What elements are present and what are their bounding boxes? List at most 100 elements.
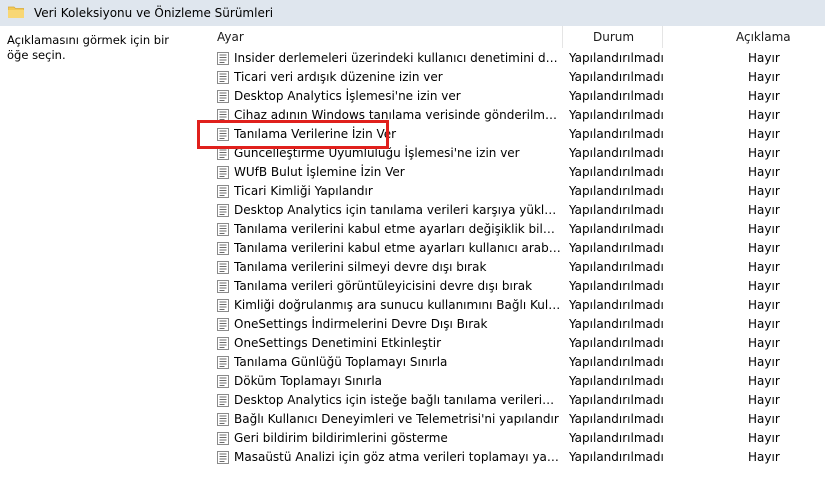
setting-state: Yapılandırılmadı	[569, 127, 664, 141]
setting-comment: Hayır	[748, 89, 780, 103]
setting-state: Yapılandırılmadı	[569, 108, 664, 122]
folder-icon	[8, 6, 24, 18]
setting-comment: Hayır	[748, 127, 780, 141]
setting-state: Yapılandırılmadı	[569, 450, 664, 464]
table-row[interactable]: OneSettings Denetimini Etkinleştir Yapıla…	[200, 334, 825, 353]
column-header-state[interactable]: Durum	[562, 26, 662, 48]
settings-rows: Insider derlemeleri üzerindeki kullanıcı…	[200, 49, 825, 467]
setting-name: Tanılama verilerini kabul etme ayarları …	[234, 241, 561, 255]
setting-comment: Hayır	[748, 146, 780, 160]
table-row[interactable]: WUfB Bulut İşlemine İzin Ver Yapılandırıl…	[200, 163, 825, 182]
table-row[interactable]: Tanılama verilerini kabul etme ayarları …	[200, 239, 825, 258]
settings-list[interactable]: Ayar Durum Açıklama Insider derlemeleri …	[200, 26, 825, 487]
table-row[interactable]: Kimliği doğrulanmış ara sunucu kullanımı…	[200, 296, 825, 315]
setting-comment: Hayır	[748, 222, 780, 236]
table-row[interactable]: Ticari veri ardışık düzenine izin ver Yap…	[200, 68, 825, 87]
setting-comment: Hayır	[748, 450, 780, 464]
setting-state: Yapılandırılmadı	[569, 241, 664, 255]
setting-comment: Hayır	[748, 393, 780, 407]
table-row[interactable]: Desktop Analytics için isteğe bağlı tanı…	[200, 391, 825, 410]
setting-state: Yapılandırılmadı	[569, 355, 664, 369]
setting-state: Yapılandırılmadı	[569, 165, 664, 179]
policy-setting-icon	[217, 52, 229, 65]
setting-name: Tanılama verilerini kabul etme ayarları …	[234, 222, 561, 236]
table-row[interactable]: Tanılama Günlüğü Toplamayı Sınırla Yapıla…	[200, 353, 825, 372]
setting-comment: Hayır	[748, 374, 780, 388]
policy-setting-icon	[217, 337, 229, 350]
setting-comment: Hayır	[748, 203, 780, 217]
setting-state: Yapılandırılmadı	[569, 298, 664, 312]
table-row[interactable]: Desktop Analytics İşlemesi'ne izin ver Ya…	[200, 87, 825, 106]
setting-state: Yapılandırılmadı	[569, 146, 664, 160]
pane-splitter[interactable]	[198, 26, 199, 487]
setting-name: Döküm Toplamayı Sınırla	[234, 374, 383, 388]
setting-state: Yapılandırılmadı	[569, 203, 664, 217]
policy-setting-icon	[217, 71, 229, 84]
setting-state: Yapılandırılmadı	[569, 431, 664, 445]
setting-comment: Hayır	[748, 336, 780, 350]
setting-name: Bağlı Kullanıcı Deneyimleri ve Telemetri…	[234, 412, 559, 426]
policy-setting-icon	[217, 185, 229, 198]
setting-state: Yapılandırılmadı	[569, 279, 664, 293]
setting-name: OneSettings Denetimini Etkinleştir	[234, 336, 442, 350]
description-text: Açıklamasını görmek için bir öğe seçin.	[7, 33, 169, 62]
table-row[interactable]: Desktop Analytics için tanılama verileri…	[200, 201, 825, 220]
setting-name: Tanılama verileri görüntüleyicisini devr…	[234, 279, 533, 293]
setting-state: Yapılandırılmadı	[569, 51, 664, 65]
table-row[interactable]: Tanılama verilerini silmeyi devre dışı b…	[200, 258, 825, 277]
setting-state: Yapılandırılmadı	[569, 336, 664, 350]
table-row[interactable]: Tanılama verileri görüntüleyicisini devr…	[200, 277, 825, 296]
setting-name: Ticari veri ardışık düzenine izin ver	[234, 70, 443, 84]
setting-state: Yapılandırılmadı	[569, 70, 664, 84]
table-row[interactable]: OneSettings İndirmelerini Devre Dışı Bır…	[200, 315, 825, 334]
setting-comment: Hayır	[748, 241, 780, 255]
setting-comment: Hayır	[748, 355, 780, 369]
list-header: Ayar Durum Açıklama	[200, 26, 825, 48]
policy-setting-icon	[217, 90, 229, 103]
table-row[interactable]: Tanılama verilerini kabul etme ayarları …	[200, 220, 825, 239]
policy-setting-icon	[217, 375, 229, 388]
setting-comment: Hayır	[748, 298, 780, 312]
table-row[interactable]: Masaüstü Analizi için göz atma verileri …	[200, 448, 825, 467]
policy-setting-icon	[217, 280, 229, 293]
setting-name: Ticari Kimliği Yapılandır	[234, 184, 373, 198]
setting-name: Insider derlemeleri üzerindeki kullanıcı…	[234, 51, 561, 65]
setting-state: Yapılandırılmadı	[569, 184, 664, 198]
setting-name: OneSettings İndirmelerini Devre Dışı Bır…	[234, 317, 488, 331]
setting-name: Kimliği doğrulanmış ara sunucu kullanımı…	[234, 298, 561, 312]
setting-comment: Hayır	[748, 51, 780, 65]
setting-state: Yapılandırılmadı	[569, 89, 664, 103]
setting-comment: Hayır	[748, 165, 780, 179]
setting-comment: Hayır	[748, 70, 780, 84]
setting-state: Yapılandırılmadı	[569, 222, 664, 236]
setting-state: Yapılandırılmadı	[569, 374, 664, 388]
window-title: Veri Koleksiyonu ve Önizleme Sürümleri	[34, 6, 274, 20]
policy-setting-icon	[217, 223, 229, 236]
policy-setting-icon	[217, 432, 229, 445]
setting-name: Desktop Analytics İşlemesi'ne izin ver	[234, 89, 461, 103]
table-row[interactable]: Insider derlemeleri üzerindeki kullanıcı…	[200, 49, 825, 68]
policy-setting-icon	[217, 204, 229, 217]
setting-name: Geri bildirim bildirimlerini gösterme	[234, 431, 448, 445]
policy-setting-icon	[217, 413, 229, 426]
highlight-box	[197, 120, 389, 149]
policy-setting-icon	[217, 261, 229, 274]
column-header-setting[interactable]: Ayar	[217, 26, 562, 48]
setting-name: Desktop Analytics için isteğe bağlı tanı…	[234, 393, 561, 407]
table-row[interactable]: Döküm Toplamayı Sınırla Yapılandırılmadı H…	[200, 372, 825, 391]
setting-state: Yapılandırılmadı	[569, 317, 664, 331]
setting-state: Yapılandırılmadı	[569, 412, 664, 426]
table-row[interactable]: Ticari Kimliği Yapılandır Yapılandırılmad…	[200, 182, 825, 201]
policy-setting-icon	[217, 318, 229, 331]
setting-name: Desktop Analytics için tanılama verileri…	[234, 203, 561, 217]
policy-setting-icon	[217, 166, 229, 179]
title-bar: Veri Koleksiyonu ve Önizleme Sürümleri	[0, 0, 825, 26]
column-header-comment[interactable]: Açıklama	[662, 26, 825, 48]
setting-comment: Hayır	[748, 260, 780, 274]
policy-setting-icon	[217, 451, 229, 464]
setting-name: WUfB Bulut İşlemine İzin Ver	[234, 165, 405, 179]
policy-setting-icon	[217, 394, 229, 407]
table-row[interactable]: Geri bildirim bildirimlerini gösterme Yap…	[200, 429, 825, 448]
table-row[interactable]: Bağlı Kullanıcı Deneyimleri ve Telemetri…	[200, 410, 825, 429]
setting-comment: Hayır	[748, 431, 780, 445]
